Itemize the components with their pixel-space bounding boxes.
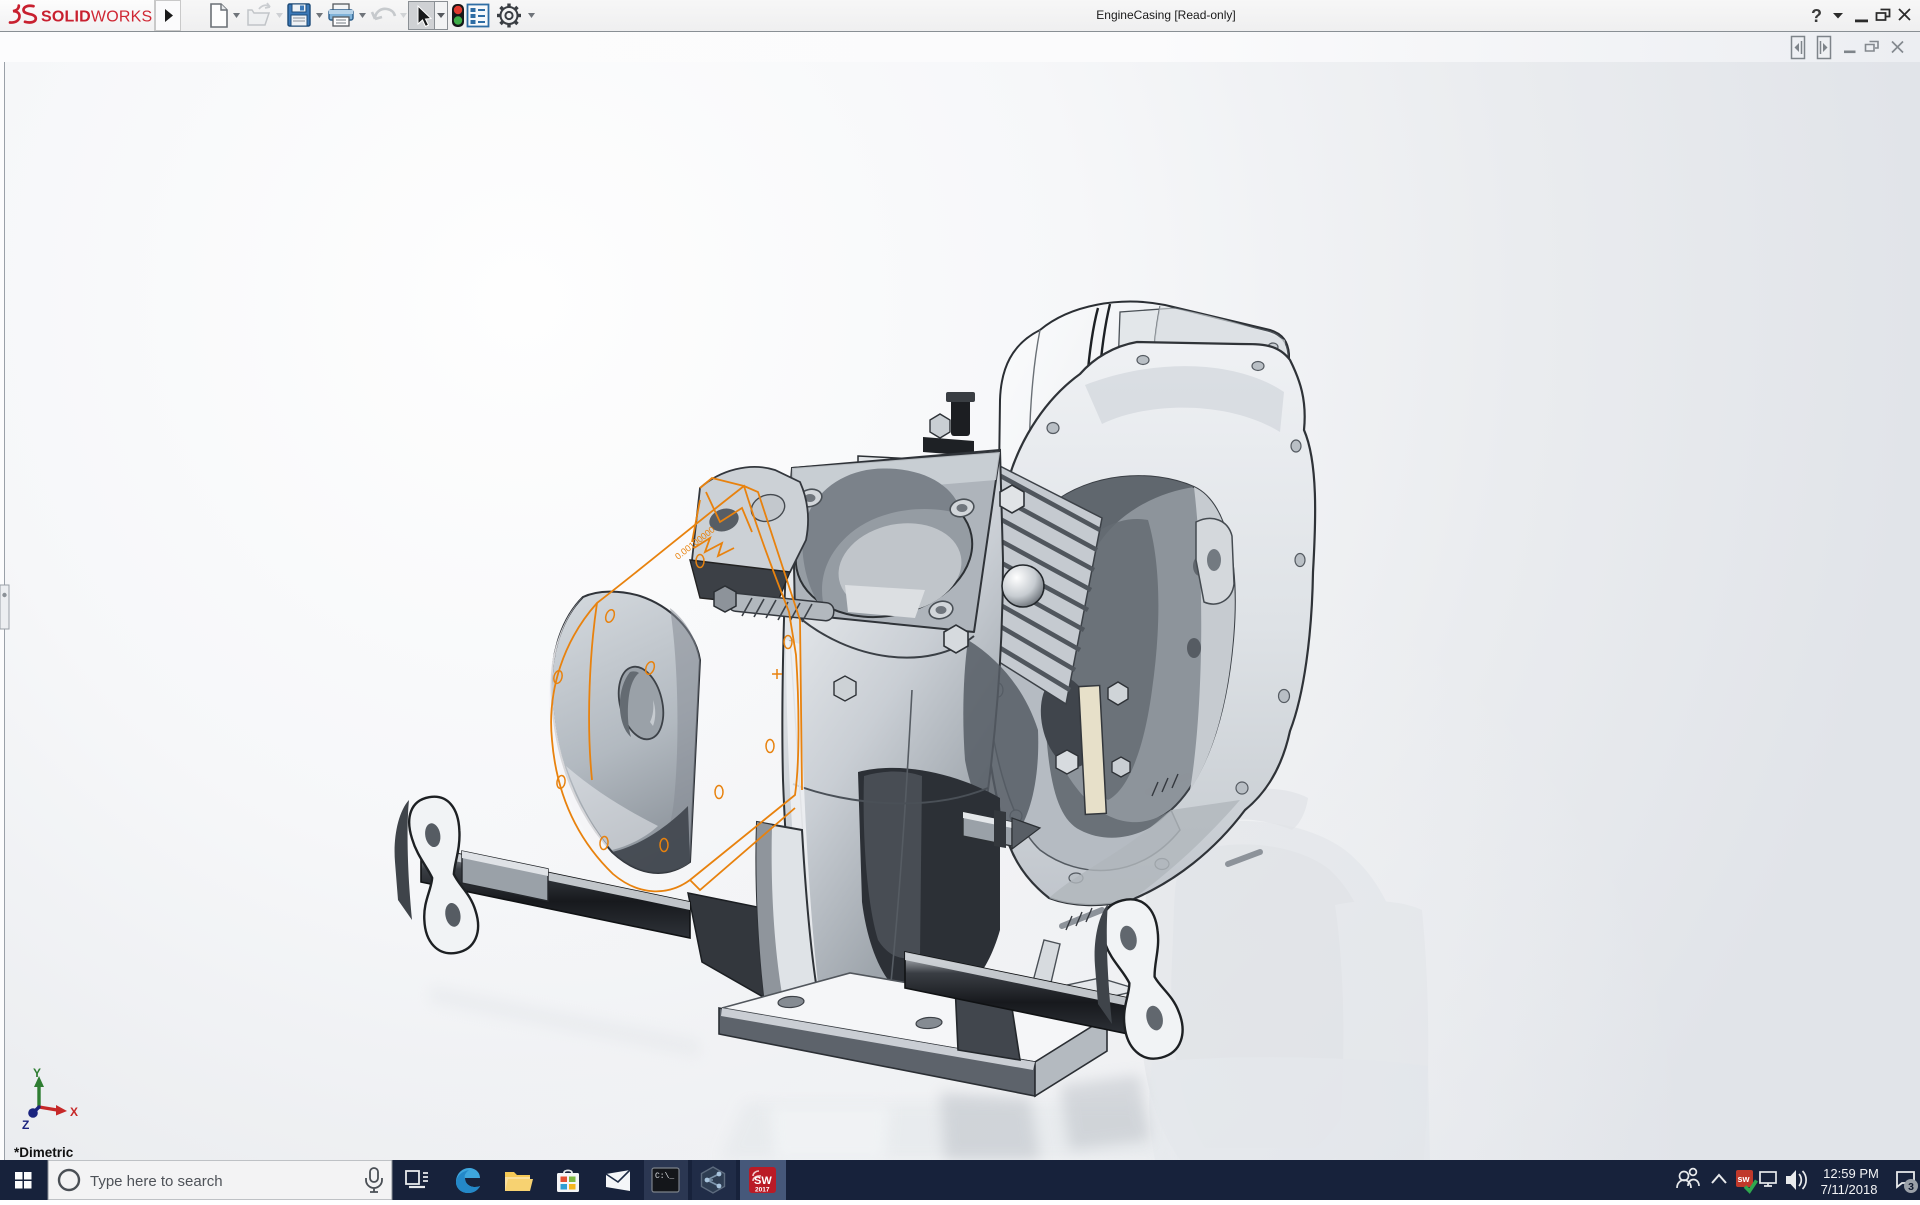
svg-text:SOLIDWORKS: SOLIDWORKS	[41, 9, 152, 26]
svg-text:Z: Z	[22, 1118, 29, 1132]
svg-text:X: X	[70, 1105, 78, 1119]
svg-text:Type here to search: Type here to search	[90, 1173, 223, 1190]
svg-text:12:59 PM: 12:59 PM	[1823, 1166, 1879, 1181]
svg-text:?: ?	[1811, 6, 1822, 26]
svg-text:sw: sw	[1738, 1174, 1751, 1184]
svg-text:SW: SW	[754, 1175, 772, 1187]
svg-text:7/11/2018: 7/11/2018	[1821, 1182, 1878, 1197]
svg-text:C:\_: C:\_	[655, 1172, 674, 1181]
svg-text:*Dimetric: *Dimetric	[14, 1145, 74, 1160]
svg-text:2017: 2017	[755, 1187, 770, 1194]
svg-text:3: 3	[1908, 1181, 1914, 1193]
